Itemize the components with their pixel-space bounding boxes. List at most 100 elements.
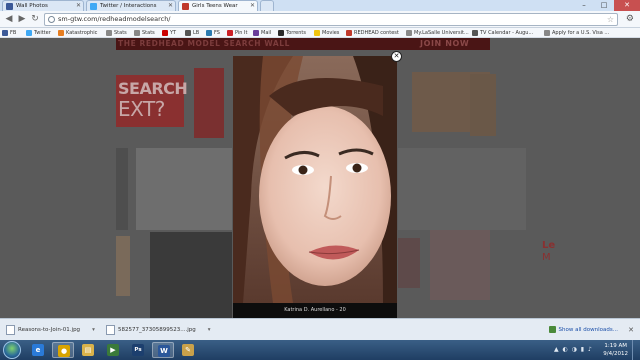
bookmark-item[interactable]: YT xyxy=(162,28,176,38)
bookmark-label: LB xyxy=(193,30,200,36)
taskbar-app-photoshop[interactable]: Ps xyxy=(127,342,149,358)
side-tile-line2: M xyxy=(542,252,551,263)
close-tab-icon[interactable]: ✕ xyxy=(250,1,255,11)
bookmark-item[interactable]: Stats xyxy=(134,28,155,38)
bookmark-label: Twitter xyxy=(34,30,51,36)
chevron-down-icon[interactable]: ▾ xyxy=(208,327,211,333)
bookmark-item[interactable]: Katastrophic xyxy=(58,28,97,38)
taskbar-app-media-player[interactable]: ▶ xyxy=(102,342,124,358)
site-favicon-icon xyxy=(182,3,189,10)
taskbar-app-chrome[interactable]: ● xyxy=(52,342,74,358)
lookbook-icon xyxy=(185,30,191,36)
folder-icon: ▤ xyxy=(82,344,94,356)
tab-girls-teens-wear[interactable]: Girls Teens Wear ✕ xyxy=(178,0,258,11)
bookmark-item[interactable]: Apply for a U.S. Visa ... xyxy=(544,28,609,38)
bookmark-label: Mail xyxy=(261,30,272,36)
wrench-menu-icon[interactable]: ⚙ xyxy=(626,13,634,25)
taskbar-app-word[interactable]: W xyxy=(152,342,174,358)
internet-explorer-icon: e xyxy=(32,344,44,356)
new-tab-button[interactable] xyxy=(260,0,274,11)
close-icon[interactable]: ✕ xyxy=(391,51,402,62)
close-tab-icon[interactable]: ✕ xyxy=(168,1,173,11)
photo-lightbox: Katrina D. Aurellano - 20 xyxy=(233,56,397,318)
bookmark-item[interactable]: TV Calendar - Augu... xyxy=(472,28,533,38)
shelf-tile[interactable] xyxy=(470,74,496,136)
show-desktop-button[interactable] xyxy=(632,340,640,360)
close-window-button[interactable]: ✕ xyxy=(614,0,640,11)
search-tile-line1: SEARCH xyxy=(118,79,188,98)
maximize-button[interactable]: □ xyxy=(594,0,614,11)
tab-wall-photos[interactable]: Wall Photos ✕ xyxy=(2,0,84,11)
clock[interactable]: 1:19 AM 9/4/2012 xyxy=(603,342,628,358)
join-now-link[interactable]: JOIN NOW xyxy=(420,39,469,48)
dress-tile[interactable] xyxy=(398,238,420,288)
browser-toolbar: ◀ ▶ ↻ sm-gtw.com/redheadmodelsearch/ ☆ ⚙ xyxy=(0,11,640,28)
url-text: sm-gtw.com/redheadmodelsearch/ xyxy=(58,15,171,23)
clock-time: 1:19 AM xyxy=(604,343,627,349)
image-file-icon xyxy=(106,325,115,335)
side-text-tile[interactable]: Le M xyxy=(540,236,570,276)
chrome-icon: ● xyxy=(58,345,70,357)
bookmark-item[interactable]: Stats xyxy=(106,28,127,38)
tab-twitter-interactions[interactable]: Twitter / Interactions ✕ xyxy=(86,0,176,11)
bookmark-label: My.LaSalle Universit... xyxy=(414,30,469,36)
bookmark-item[interactable]: My.LaSalle Universit... xyxy=(406,28,469,38)
bookmark-star-icon[interactable]: ☆ xyxy=(607,14,614,25)
youtube-icon xyxy=(162,30,168,36)
bookmark-item[interactable]: Torrents xyxy=(278,28,306,38)
back-button[interactable]: ◀ xyxy=(3,13,15,25)
clothes-tile[interactable] xyxy=(116,236,130,296)
close-tab-icon[interactable]: ✕ xyxy=(76,1,81,11)
taskbar-app-paint[interactable]: ✎ xyxy=(177,342,199,358)
bookmark-item[interactable]: FS xyxy=(206,28,220,38)
chevron-down-icon[interactable]: ▾ xyxy=(92,327,95,333)
reload-button[interactable]: ↻ xyxy=(29,13,41,25)
minimize-button[interactable]: – xyxy=(574,0,594,11)
download-filename: Reasons-to-Join-01.jpg xyxy=(18,327,81,333)
photo-caption: Katrina D. Aurellano - 20 xyxy=(233,303,397,318)
show-all-downloads-link[interactable]: Show all downloads... xyxy=(548,322,618,338)
search-next-tile[interactable]: SEARCH EXT? xyxy=(116,75,188,127)
page-info-icon[interactable] xyxy=(48,16,55,23)
taskbar-app-ie[interactable]: e xyxy=(27,342,49,358)
lasalle-icon xyxy=(406,30,412,36)
banner-title: THE REDHEAD MODEL SEARCH WALL xyxy=(118,39,291,48)
bookmark-item[interactable]: FB xyxy=(2,28,16,38)
image-file-icon xyxy=(6,325,15,335)
download-item[interactable]: 582577_37305899523....jpg ▾ xyxy=(104,322,211,338)
twitter-icon xyxy=(90,3,97,10)
address-bar[interactable]: sm-gtw.com/redheadmodelsearch/ ☆ xyxy=(44,13,618,26)
bookmark-item[interactable]: LB xyxy=(185,28,199,38)
forward-button[interactable]: ▶ xyxy=(16,13,28,25)
taskbar-app-explorer[interactable]: ▤ xyxy=(77,342,99,358)
model-photo-tile[interactable] xyxy=(136,148,232,230)
bookmark-item[interactable]: Movies xyxy=(314,28,339,38)
start-button[interactable] xyxy=(3,341,21,359)
model-photo-tile[interactable] xyxy=(398,148,526,230)
bookmark-label: Katastrophic xyxy=(66,30,98,36)
show-all-label: Show all downloads... xyxy=(558,327,618,333)
vest-tile[interactable] xyxy=(430,230,490,300)
tray-icons[interactable]: ▲ ◐ ◑ ▮ ♪ xyxy=(554,346,593,353)
street-photo-tile[interactable] xyxy=(150,232,232,318)
close-download-shelf-button[interactable]: ✕ xyxy=(628,322,634,338)
bookmark-label: FS xyxy=(214,30,220,36)
bookmark-item[interactable]: Mail xyxy=(253,28,271,38)
window-controls: – □ ✕ xyxy=(574,0,640,11)
model-photo-tile[interactable] xyxy=(116,148,128,230)
download-item[interactable]: Reasons-to-Join-01.jpg ▾ xyxy=(4,322,95,338)
windows-taskbar: e ● ▤ ▶ Ps W ✎ ▲ ◐ ◑ ▮ ♪ 1:19 AM 9/4/201… xyxy=(0,340,640,360)
tab-title: Girls Teens Wear xyxy=(192,3,238,9)
bookmark-item[interactable]: Pin It xyxy=(227,28,248,38)
download-shelf: Reasons-to-Join-01.jpg ▾ 582577_373058995… xyxy=(0,318,640,340)
bookmark-label: Stats xyxy=(142,30,155,36)
bookmark-item[interactable]: Twitter xyxy=(26,28,51,38)
visa-icon xyxy=(544,30,550,36)
bookmark-label: Movies xyxy=(322,30,340,36)
side-tile-line1: Le xyxy=(542,240,556,251)
twitter-icon xyxy=(26,30,32,36)
bookmark-item[interactable]: REDHEAD contest xyxy=(346,28,399,38)
redhead-contest-icon xyxy=(346,30,352,36)
download-filename: 582577_37305899523....jpg xyxy=(118,327,196,333)
skirt-tile[interactable] xyxy=(194,68,224,138)
